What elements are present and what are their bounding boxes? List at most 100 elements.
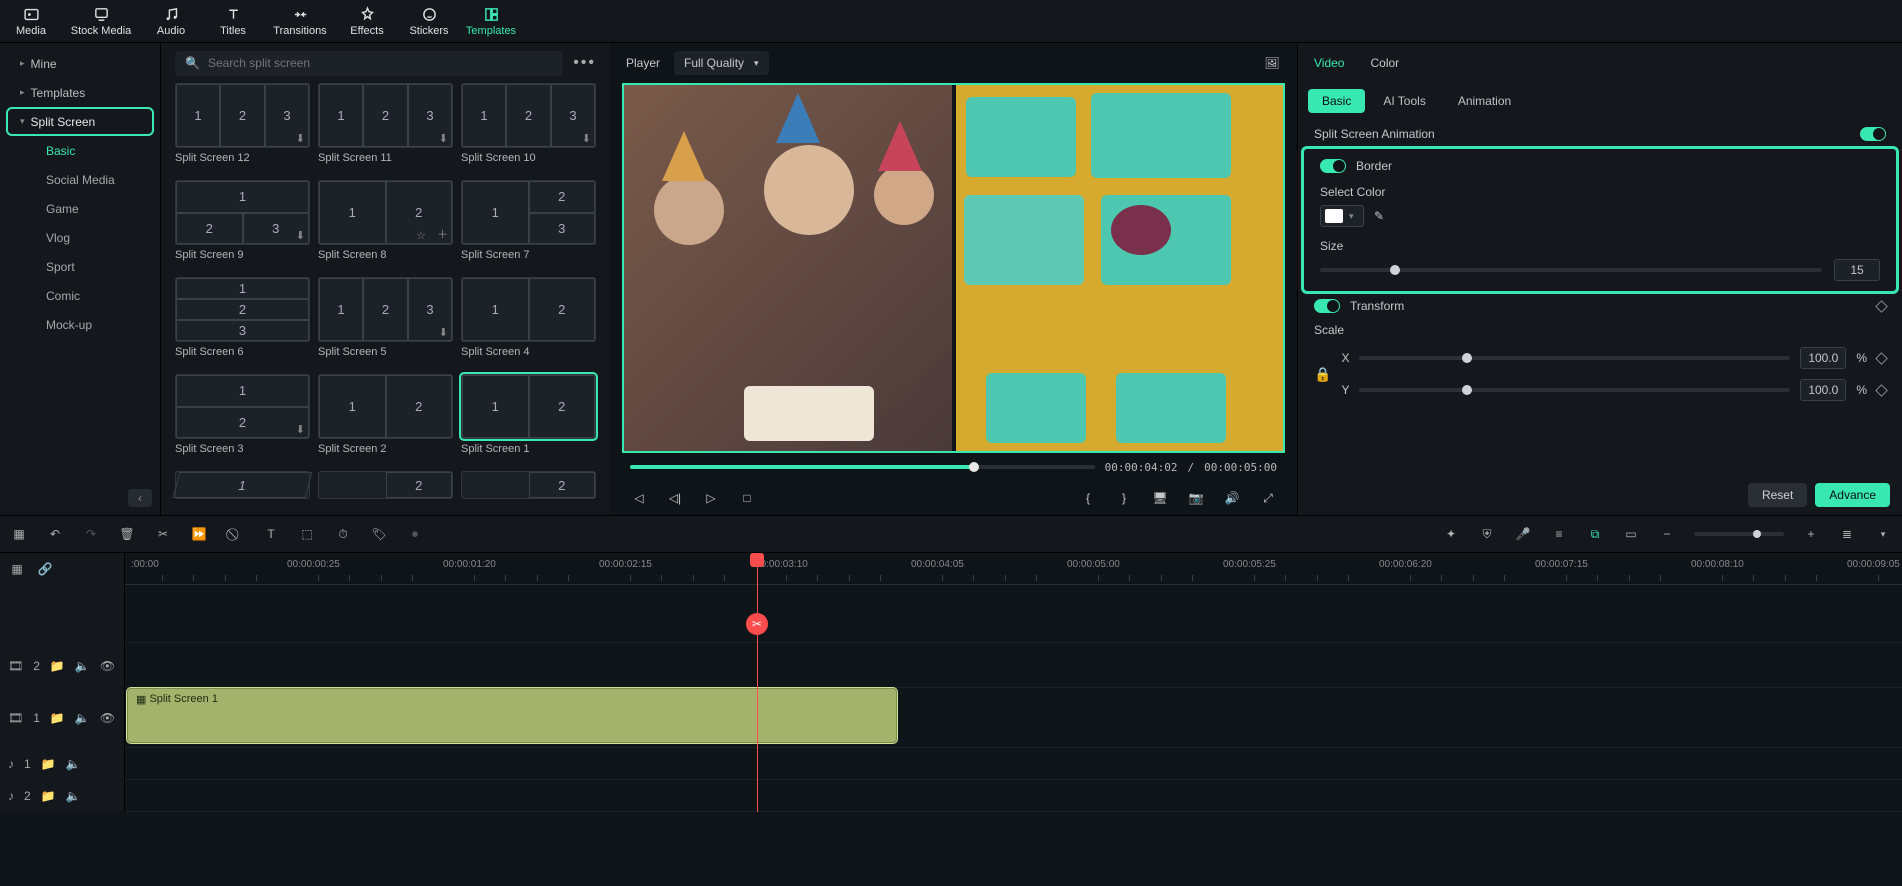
collapse-sidebar-button[interactable]: ‹ xyxy=(128,489,152,507)
tab-stickers[interactable]: Stickers xyxy=(398,0,460,42)
camera-icon[interactable]: 📷 xyxy=(1187,489,1205,507)
track-header-a1[interactable]: ♪1 📁 🔈 xyxy=(0,748,124,780)
tag-icon[interactable]: 🏷 xyxy=(370,525,388,543)
template-item[interactable]: 123⬇Split Screen 11 xyxy=(318,83,453,174)
eyedropper-icon[interactable]: ✎ xyxy=(1374,209,1384,223)
template-item[interactable]: 12Split Screen 2 xyxy=(318,374,453,465)
chevron-down-icon[interactable]: ▾ xyxy=(1874,525,1892,543)
template-item[interactable]: 12⬇Split Screen 3 xyxy=(175,374,310,465)
sidebar-sub-vlog[interactable]: Vlog xyxy=(8,225,152,250)
mark-out-button[interactable]: } xyxy=(1115,489,1133,507)
sidebar-item-templates[interactable]: ▸Templates xyxy=(8,80,152,105)
tab-transitions[interactable]: Transitions xyxy=(264,0,336,42)
scale-y-value[interactable]: 100.0 xyxy=(1800,379,1846,401)
keyframe-diamond-icon[interactable] xyxy=(1875,384,1888,397)
split-animation-toggle[interactable] xyxy=(1860,127,1886,141)
playback-progress[interactable] xyxy=(630,465,1095,469)
mark-in-button[interactable]: { xyxy=(1079,489,1097,507)
subtab-ai-tools[interactable]: AI Tools xyxy=(1369,89,1439,113)
subtab-basic[interactable]: Basic xyxy=(1308,89,1365,113)
timer-icon[interactable]: ⏱ xyxy=(334,525,352,543)
scale-x-slider[interactable] xyxy=(1359,356,1790,360)
visibility-icon[interactable]: 👁 xyxy=(100,711,115,725)
inspector-tab-color[interactable]: Color xyxy=(1370,56,1399,70)
grid-icon[interactable]: ▦ xyxy=(10,525,28,543)
timeline-mode-icon[interactable]: ▦ xyxy=(8,560,26,578)
scissors-icon[interactable]: ✂ xyxy=(746,613,768,635)
mute-icon[interactable]: 🔈 xyxy=(66,789,81,803)
track-header-v1[interactable]: 🎞1 📁 🔈 👁 xyxy=(0,688,124,748)
timeline-clip[interactable]: ▦ Split Screen 1 xyxy=(127,688,897,743)
cut-button[interactable]: ✂ xyxy=(154,525,172,543)
playhead[interactable]: ✂ xyxy=(757,553,758,812)
keyframe-diamond-icon[interactable] xyxy=(1875,352,1888,365)
track-height-icon[interactable]: ≣ xyxy=(1838,525,1856,543)
track-area[interactable]: :00:0000:00:00:2500:00:01:2000:00:02:150… xyxy=(125,553,1902,812)
time-ruler[interactable]: :00:0000:00:00:2500:00:01:2000:00:02:150… xyxy=(125,553,1902,585)
search-box[interactable]: 🔍 xyxy=(175,51,563,76)
zoom-in-button[interactable]: + xyxy=(1802,525,1820,543)
display-icon[interactable]: 🖥 xyxy=(1151,489,1169,507)
template-item[interactable]: 2 xyxy=(461,471,596,509)
reset-button[interactable]: Reset xyxy=(1748,483,1807,507)
stop-button[interactable]: □ xyxy=(738,489,756,507)
border-toggle[interactable] xyxy=(1320,159,1346,173)
sidebar-item-split-screen[interactable]: ▾Split Screen xyxy=(8,109,152,134)
template-item[interactable]: 12Split Screen 4 xyxy=(461,277,596,368)
scale-y-slider[interactable] xyxy=(1359,388,1790,392)
quality-select[interactable]: Full Quality▾ xyxy=(674,51,769,75)
folder-icon[interactable]: 📁 xyxy=(50,659,65,673)
zoom-out-button[interactable]: − xyxy=(1658,525,1676,543)
shield-icon[interactable]: ⛨ xyxy=(1478,525,1496,543)
color-swatch-select[interactable]: ▾ xyxy=(1320,205,1364,227)
tab-stock-media[interactable]: Stock Media xyxy=(62,0,140,42)
mute-icon[interactable]: 🔈 xyxy=(75,711,90,725)
play-button[interactable]: ▷ xyxy=(702,489,720,507)
more-button[interactable]: ••• xyxy=(573,54,596,72)
template-item[interactable]: 123⬇Split Screen 5 xyxy=(318,277,453,368)
size-value[interactable]: 15 xyxy=(1834,259,1880,281)
sidebar-sub-basic[interactable]: Basic xyxy=(8,138,152,163)
record-icon[interactable]: ⏺ xyxy=(406,525,424,543)
magnet-icon[interactable]: ⧉ xyxy=(1586,525,1604,543)
template-item-selected[interactable]: 12Split Screen 1 xyxy=(461,374,596,465)
prev-frame-button[interactable]: ◁ xyxy=(630,489,648,507)
template-item[interactable]: 12☆＋Split Screen 8 xyxy=(318,180,453,271)
undo-button[interactable]: ↶ xyxy=(46,525,64,543)
delete-button[interactable]: 🗑 xyxy=(118,525,136,543)
list-icon[interactable]: ≡ xyxy=(1550,525,1568,543)
adjust-icon[interactable]: ✦ xyxy=(1442,525,1460,543)
template-item[interactable]: 123⬇Split Screen 10 xyxy=(461,83,596,174)
disable-icon[interactable]: ⃠ xyxy=(226,525,244,543)
sidebar-sub-mock-up[interactable]: Mock-up xyxy=(8,312,152,337)
advance-button[interactable]: Advance xyxy=(1815,483,1890,507)
track-header-v2[interactable]: 🎞2 📁 🔈 👁 xyxy=(0,643,124,688)
speed-icon[interactable]: ⏩ xyxy=(190,525,208,543)
sidebar-sub-game[interactable]: Game xyxy=(8,196,152,221)
transform-toggle[interactable] xyxy=(1314,299,1340,313)
visibility-icon[interactable]: 👁 xyxy=(100,659,115,673)
template-item[interactable]: 2 xyxy=(318,471,453,509)
tab-audio[interactable]: Audio xyxy=(140,0,202,42)
folder-icon[interactable]: 📁 xyxy=(41,789,56,803)
template-item[interactable]: 123⬇Split Screen 9 xyxy=(175,180,310,271)
play-backward-button[interactable]: ◁| xyxy=(666,489,684,507)
link-icon[interactable]: 🔗 xyxy=(36,560,54,578)
subtab-animation[interactable]: Animation xyxy=(1444,89,1525,113)
template-item[interactable]: 123Split Screen 6 xyxy=(175,277,310,368)
sidebar-sub-sport[interactable]: Sport xyxy=(8,254,152,279)
sidebar-item-mine[interactable]: ▸Mine xyxy=(8,51,152,76)
folder-icon[interactable]: 📁 xyxy=(50,711,65,725)
sidebar-sub-social-media[interactable]: Social Media xyxy=(8,167,152,192)
player-viewport[interactable] xyxy=(622,83,1285,453)
text-tool-icon[interactable]: T xyxy=(262,525,280,543)
folder-icon[interactable]: 📁 xyxy=(41,757,56,771)
marker-icon[interactable]: ▭ xyxy=(1622,525,1640,543)
keyframe-diamond-icon[interactable] xyxy=(1875,300,1888,313)
template-item[interactable]: 123Split Screen 7 xyxy=(461,180,596,271)
mic-icon[interactable]: 🎤 xyxy=(1514,525,1532,543)
crop-icon[interactable]: ⬚ xyxy=(298,525,316,543)
snapshot-folder-icon[interactable]: 🖼 xyxy=(1263,54,1281,72)
zoom-slider[interactable] xyxy=(1694,532,1784,536)
tab-effects[interactable]: Effects xyxy=(336,0,398,42)
